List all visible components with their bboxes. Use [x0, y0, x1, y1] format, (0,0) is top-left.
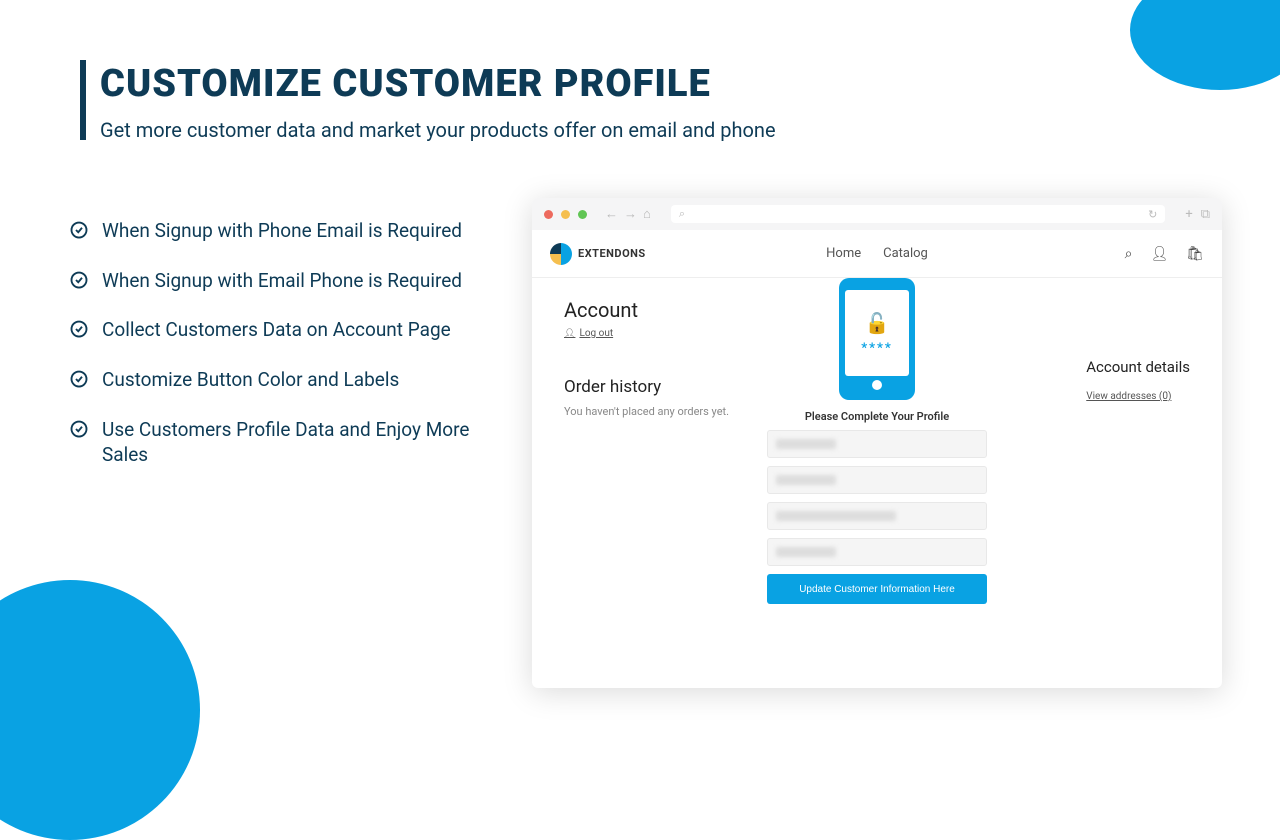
- title-accent-bar: [80, 60, 86, 140]
- url-bar[interactable]: ⌕ ↻: [671, 205, 1165, 223]
- check-icon: [70, 320, 88, 338]
- user-icon: 👤︎: [564, 329, 575, 339]
- refresh-icon[interactable]: ↻: [1148, 208, 1157, 221]
- profile-form: Update Customer Information Here: [767, 430, 987, 604]
- user-icon[interactable]: 👤︎: [1150, 246, 1168, 262]
- brand-logo[interactable]: EXTENDONS: [550, 243, 646, 265]
- check-icon: [70, 370, 88, 388]
- forward-icon[interactable]: →: [624, 206, 637, 222]
- blurred-value: [776, 439, 836, 449]
- nav-catalog[interactable]: Catalog: [883, 246, 928, 261]
- logout-label: Log out: [579, 328, 613, 339]
- logo-icon: [550, 243, 572, 265]
- copy-icon[interactable]: ⧉: [1201, 207, 1210, 222]
- feature-text: Use Customers Profile Data and Enjoy Mor…: [102, 417, 490, 468]
- feature-item: When Signup with Email Phone is Required: [70, 268, 490, 294]
- shop-nav: Home Catalog: [826, 246, 928, 261]
- update-profile-button[interactable]: Update Customer Information Here: [767, 574, 987, 604]
- check-icon: [70, 221, 88, 239]
- nav-home[interactable]: Home: [826, 246, 861, 261]
- phone-illustration: 🔓 ****: [839, 278, 915, 400]
- view-addresses-link[interactable]: View addresses (0): [1086, 391, 1171, 402]
- feature-list: When Signup with Phone Email is Required…: [70, 218, 490, 492]
- account-details: Account details View addresses (0): [1086, 358, 1190, 403]
- feature-item: Collect Customers Data on Account Page: [70, 317, 490, 343]
- back-icon[interactable]: ←: [605, 206, 618, 222]
- decorative-blob-top-right: [1130, 0, 1280, 90]
- form-field-1[interactable]: [767, 430, 987, 458]
- form-field-3[interactable]: [767, 502, 987, 530]
- home-icon[interactable]: ⌂: [643, 206, 651, 222]
- shop-header: EXTENDONS Home Catalog ⌕ 👤︎ 🛍︎: [532, 230, 1222, 278]
- form-field-4[interactable]: [767, 538, 987, 566]
- account-details-title: Account details: [1086, 358, 1190, 376]
- close-icon[interactable]: [544, 210, 553, 219]
- feature-item: Customize Button Color and Labels: [70, 367, 490, 393]
- shop-body: Account 👤︎ Log out Order history You hav…: [532, 278, 1222, 688]
- pin-mask: ****: [861, 341, 893, 356]
- feature-text: When Signup with Phone Email is Required: [102, 218, 462, 244]
- browser-actions: + ⧉: [1185, 207, 1210, 222]
- search-icon: ⌕: [679, 207, 685, 221]
- feature-item: Use Customers Profile Data and Enjoy Mor…: [70, 417, 490, 468]
- decorative-blob-bottom-left: [0, 580, 200, 840]
- browser-chrome: ← → ⌂ ⌕ ↻ + ⧉: [532, 198, 1222, 230]
- blurred-value: [776, 511, 896, 521]
- check-icon: [70, 271, 88, 289]
- maximize-icon[interactable]: [578, 210, 587, 219]
- browser-nav: ← → ⌂: [605, 206, 651, 222]
- feature-text: When Signup with Email Phone is Required: [102, 268, 462, 294]
- search-icon[interactable]: ⌕: [1125, 246, 1133, 262]
- profile-prompt: Please Complete Your Profile: [805, 410, 949, 423]
- phone-home-button: [872, 380, 882, 390]
- cart-icon[interactable]: 🛍︎: [1186, 246, 1204, 262]
- lock-icon: 🔓: [865, 311, 890, 335]
- add-tab-icon[interactable]: +: [1185, 207, 1192, 222]
- blurred-value: [776, 547, 836, 557]
- page-subtitle: Get more customer data and market your p…: [100, 118, 776, 142]
- feature-item: When Signup with Phone Email is Required: [70, 218, 490, 244]
- blurred-value: [776, 475, 836, 485]
- form-field-2[interactable]: [767, 466, 987, 494]
- feature-text: Customize Button Color and Labels: [102, 367, 399, 393]
- shop-actions: ⌕ 👤︎ 🛍︎: [1125, 246, 1204, 262]
- browser-mockup: ← → ⌂ ⌕ ↻ + ⧉ EXTENDONS Home Catalog ⌕ 👤…: [532, 198, 1222, 688]
- minimize-icon[interactable]: [561, 210, 570, 219]
- check-icon: [70, 420, 88, 438]
- phone-screen: 🔓 ****: [845, 290, 909, 376]
- brand-name: EXTENDONS: [578, 247, 646, 260]
- feature-text: Collect Customers Data on Account Page: [102, 317, 451, 343]
- page-title: CUSTOMIZE CUSTOMER PROFILE: [100, 62, 711, 106]
